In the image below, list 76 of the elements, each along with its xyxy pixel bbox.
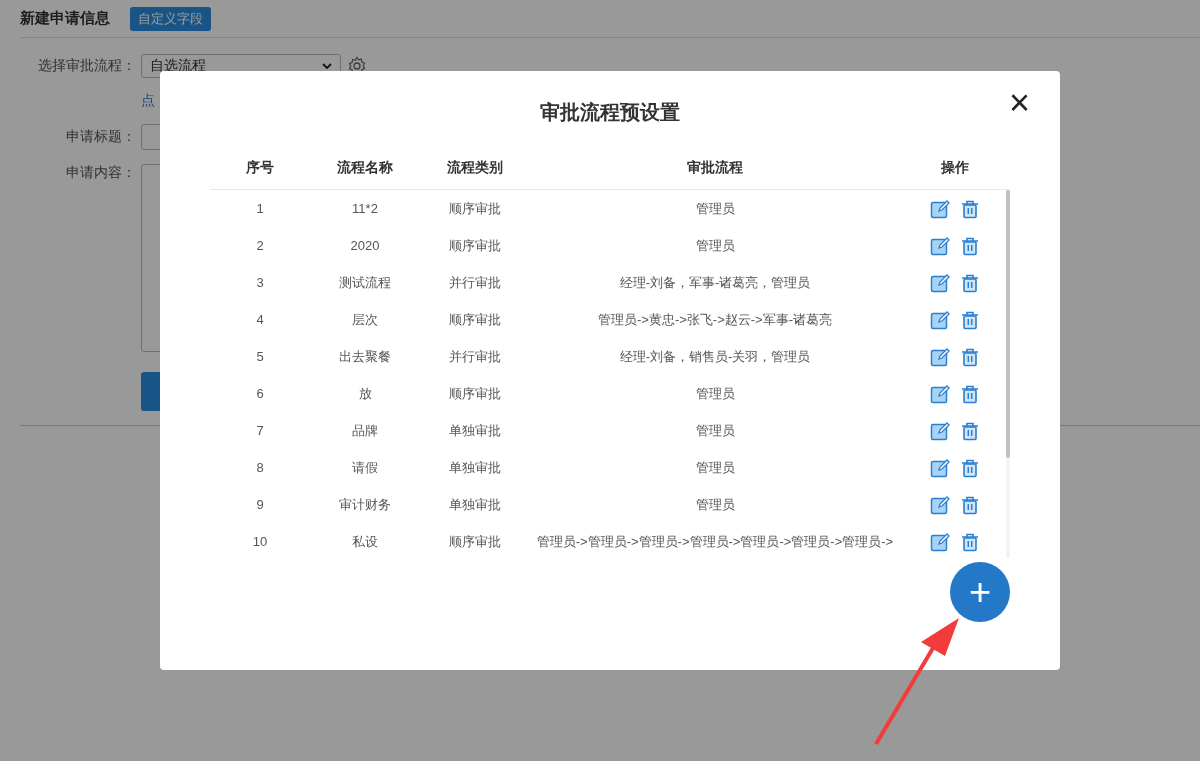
edit-icon[interactable] [930,346,950,367]
edit-icon[interactable] [930,235,950,256]
table-cell-text: 品牌 [351,421,379,440]
trash-icon[interactable] [960,235,980,256]
table-cell: 管理员 [695,236,735,255]
table-cell-text: 顺序审批 [448,310,502,329]
table-cell: 经理-刘备，销售员-关羽，管理员 [619,347,811,366]
column-header: 流程类别 [446,159,504,177]
table-cell-text: 11*2 [351,201,379,216]
table-cell-text: 顺序审批 [448,532,502,551]
table-cell: 管理员->管理员->管理员->管理员->管理员->管理员->管理员-> [536,532,894,551]
table-cell-text: 7 [255,423,265,438]
table-cell-text: 10 [251,534,269,549]
table-cell-text: 5 [255,349,265,364]
edit-icon[interactable] [930,420,950,441]
column-header: 序号 [245,159,275,177]
trash-icon[interactable] [960,457,980,478]
chevron-down-icon [322,63,332,69]
table-cell-text: 8 [255,460,265,475]
trash-icon[interactable] [960,309,980,330]
trash-icon[interactable] [960,198,980,219]
trash-icon[interactable] [960,494,980,515]
field-label: 申请标题： [65,128,136,146]
scrollbar-thumb[interactable] [1006,190,1010,458]
table-cell: 管理员 [695,495,735,514]
edit-icon[interactable] [930,198,950,219]
close-button[interactable]: × [1008,89,1030,117]
table-cell: 管理员 [695,458,735,477]
table-cell-text: 顺序审批 [448,199,502,218]
table-cell-text: 单独审批 [448,495,502,514]
edit-icon[interactable] [930,531,950,552]
table-cell-text: 出去聚餐 [338,347,392,366]
table-cell-text: 并行审批 [448,273,502,292]
trash-icon[interactable] [960,420,980,441]
column-header: 流程名称 [336,159,394,177]
table-cell: 管理员 [695,199,735,218]
add-button[interactable]: + [950,562,1010,622]
table-cell-text: 顺序审批 [448,384,502,403]
dialog-title: 审批流程预设置 [540,99,680,125]
edit-icon[interactable] [930,494,950,515]
table-cell-text: 9 [255,497,265,512]
trash-icon[interactable] [960,531,980,552]
column-header: 操作 [940,159,970,177]
table-cell-text: 审计财务 [338,495,392,514]
column-header: 审批流程 [686,159,744,177]
custom-field-button[interactable]: 自定义字段 [130,6,211,31]
field-label: 申请内容： [65,164,136,182]
table-cell-text: 测试流程 [338,273,392,292]
table-cell: 管理员 [695,421,735,440]
table-cell-text: 1 [255,201,265,216]
table-cell-text: 单独审批 [448,458,502,477]
trash-icon[interactable] [960,383,980,404]
table-cell-text: 私设 [351,532,379,551]
field-label: 选择审批流程： [37,57,136,75]
table-cell-text: 4 [255,312,265,327]
table-cell-text: 请假 [351,458,379,477]
table-cell-text: 2 [255,238,265,253]
page-title: 新建申请信息 [20,9,110,28]
edit-icon[interactable] [930,457,950,478]
table-cell-text: 单独审批 [448,421,502,440]
table-cell-text: 3 [255,275,265,290]
table-cell-text: 放 [357,384,373,403]
table-cell: 管理员 [695,384,735,403]
table-cell-text: 并行审批 [448,347,502,366]
edit-icon[interactable] [930,383,950,404]
table-cell-text: 顺序审批 [448,236,502,255]
table-cell: 经理-刘备，军事-诸葛亮，管理员 [619,273,811,292]
table-cell-text: 6 [255,386,265,401]
edit-icon[interactable] [930,272,950,293]
table-cell-text: 2020 [349,238,381,253]
link[interactable]: 点 [141,92,155,110]
edit-icon[interactable] [930,309,950,330]
table-cell-text: 层次 [351,310,379,329]
trash-icon[interactable] [960,346,980,367]
trash-icon[interactable] [960,272,980,293]
table-cell: 管理员->黄忠->张飞->赵云->军事-诸葛亮 [598,310,832,329]
